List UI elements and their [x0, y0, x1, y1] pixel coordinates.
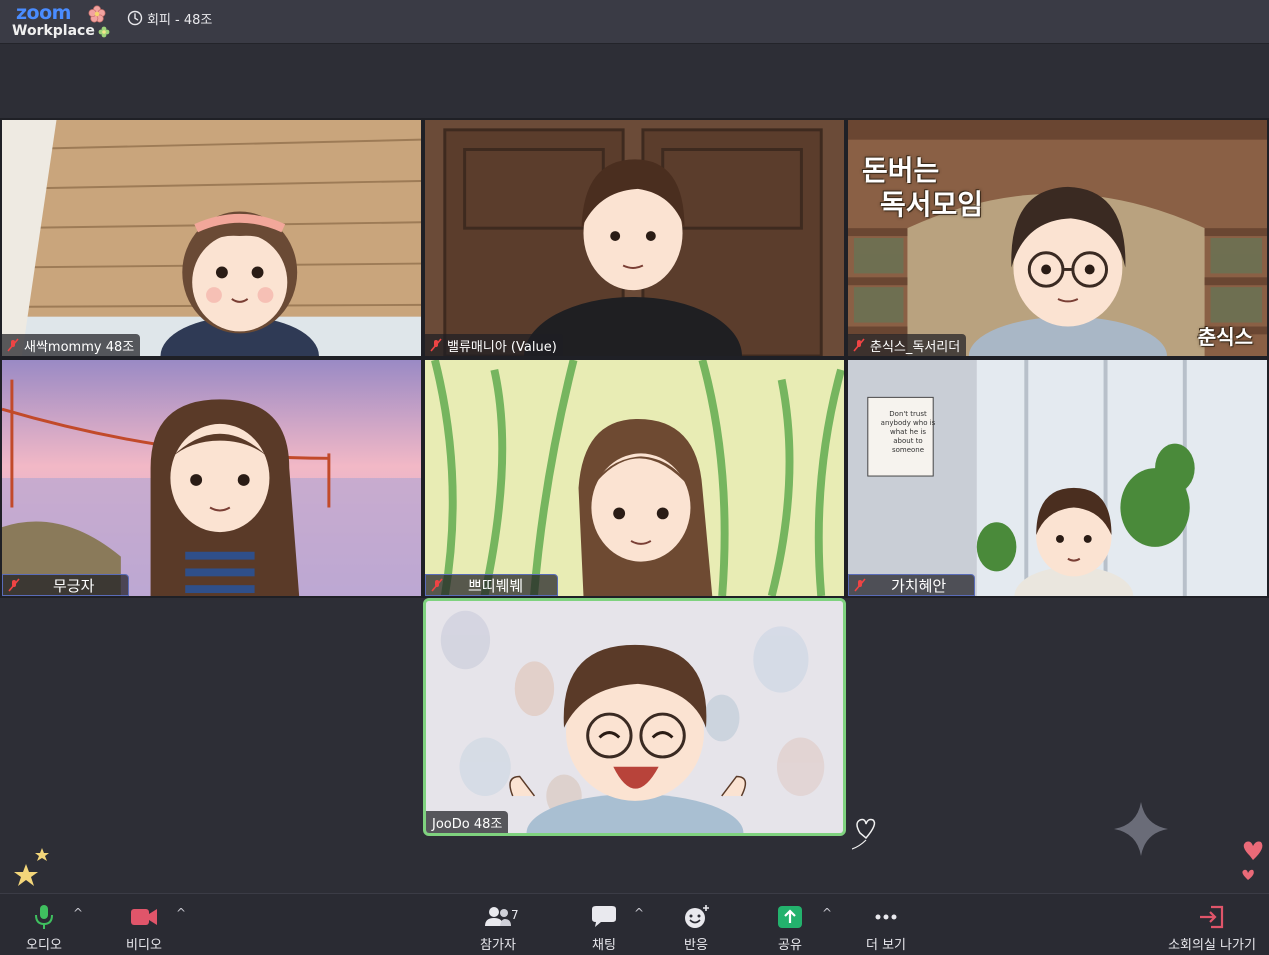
poster-line: someone [891, 446, 925, 454]
audio-options-caret[interactable]: ^ [73, 906, 87, 920]
overlay-title: 돈버는 독서모임 [862, 154, 983, 222]
video-tile-saessak[interactable]: 새싹mommy 48조 [0, 118, 423, 358]
leave-breakout-room-button[interactable]: 소회의실 나가기 [1160, 900, 1264, 954]
share-button[interactable]: 공유 [754, 900, 826, 954]
participant-nametag: 무긍자 [2, 574, 130, 596]
participant-name: JooDo 48조 [432, 816, 503, 832]
smiley-plus-icon [685, 905, 709, 928]
brand-zoom: zoom [16, 2, 71, 24]
participant-video [425, 360, 844, 596]
participant-nametag: JooDo 48조 [426, 811, 509, 833]
chat-button[interactable]: 채팅 [568, 900, 640, 954]
audio-label: 오디오 [26, 938, 62, 953]
meeting-title[interactable]: 회피 - 48조 [127, 8, 212, 28]
participant-nametag: 가치혜안 [848, 574, 976, 596]
brand-workplace: Workplace [12, 23, 95, 39]
leave-label: 소회의실 나가기 [1168, 938, 1256, 953]
participant-video [2, 120, 421, 356]
mic-muted-icon [7, 338, 19, 352]
more-label: 더 보기 [865, 938, 906, 953]
title-bar: zoom Workplace 회피 - 48조 [0, 0, 1269, 44]
reactions-button[interactable]: 반응 [660, 900, 732, 954]
sparkle-icon [1114, 802, 1168, 856]
participant-name: 쁘띠붸붸 [468, 576, 524, 595]
zoom-window: zoom Workplace 회피 - 48조 새싹mommy 48조 밸류매니… [0, 0, 1269, 955]
video-tile-value[interactable]: 밸류매니아 (Value) [423, 118, 846, 358]
mic-muted-icon [430, 338, 442, 352]
video-button[interactable]: 비디오 [108, 900, 180, 954]
participants-icon [485, 907, 511, 926]
chat-bubble-icon [592, 906, 616, 927]
flower-icon [88, 5, 106, 23]
share-label: 공유 [778, 938, 802, 953]
audio-button[interactable]: 오디오 [8, 900, 80, 954]
microphone-icon [35, 905, 53, 929]
meeting-title-text: 회피 - 48조 [147, 12, 213, 28]
video-tile-mugeungja[interactable]: 무긍자 [0, 358, 423, 598]
video-tile-joodo-active-speaker[interactable]: JooDo 48조 [423, 598, 846, 836]
poster-line: about to [893, 437, 923, 445]
mic-muted-icon [854, 578, 866, 592]
participant-video [426, 601, 843, 833]
video-tile-ppetti[interactable]: 쁘띠붸붸 [423, 358, 846, 598]
overlay-corner-label: 춘식스 [1197, 325, 1253, 349]
poster-line: what he is [890, 428, 926, 436]
share-screen-icon [778, 906, 802, 928]
video-camera-icon [131, 909, 157, 925]
more-button[interactable]: 더 보기 [850, 900, 922, 954]
ellipsis-icon [875, 914, 897, 920]
participant-video [848, 360, 1267, 596]
participant-name: 밸류매니아 (Value) [447, 339, 557, 355]
clock-icon [127, 10, 143, 26]
meeting-toolbar: 오디오 ^ 비디오 ^ 참가자 7 채팅 ^ 반응 공유 ^ 더 보기 소회의실… [0, 893, 1269, 955]
mic-muted-icon [8, 578, 20, 592]
participant-video [2, 360, 421, 596]
reactions-label: 반응 [684, 938, 708, 953]
exit-door-icon [1200, 905, 1224, 929]
video-tile-gachi[interactable]: Don't trust anybody who is what he is ab… [846, 358, 1269, 598]
star-sticker-icon [14, 848, 49, 886]
participant-nametag: 밸류매니아 (Value) [425, 334, 563, 356]
participants-label: 참가자 [480, 938, 516, 953]
mic-muted-icon [853, 338, 865, 352]
participant-nametag: 쁘띠붸붸 [425, 574, 559, 596]
participant-name: 새싹mommy 48조 [24, 339, 135, 355]
poster-line: Don't trust [889, 410, 927, 418]
mic-muted-icon [431, 578, 443, 592]
participant-nametag: 춘식스_독서리더 [848, 334, 967, 356]
poster-line: anybody who is [880, 419, 936, 427]
video-options-caret[interactable]: ^ [176, 906, 190, 920]
hearts-sticker-icon [1242, 841, 1263, 880]
participants-button[interactable]: 참가자 [462, 900, 534, 954]
video-label: 비디오 [126, 938, 162, 953]
participant-name: 춘식스_독서리더 [870, 339, 961, 355]
heart-doodle-icon [852, 818, 876, 850]
participant-video [425, 120, 844, 356]
chat-options-caret[interactable]: ^ [634, 906, 648, 920]
small-flower-icon [98, 26, 110, 38]
participant-name: 가치혜안 [891, 576, 947, 595]
participant-nametag: 새싹mommy 48조 [2, 334, 141, 356]
poster-note: Don't trust anybody who is what he is ab… [878, 410, 938, 455]
participants-count-badge: 7 [511, 908, 519, 922]
video-tile-chunsikse[interactable]: 돈버는 독서모임 춘식스 춘식스_독서리더 [846, 118, 1269, 358]
zoom-workplace-logo: zoom Workplace [10, 2, 120, 42]
participant-name: 무긍자 [53, 576, 95, 595]
share-options-caret[interactable]: ^ [822, 906, 836, 920]
overlay-title-line2: 독서모임 [880, 188, 984, 221]
overlay-title-line1: 돈버는 [862, 154, 940, 187]
chat-label: 채팅 [592, 938, 616, 953]
